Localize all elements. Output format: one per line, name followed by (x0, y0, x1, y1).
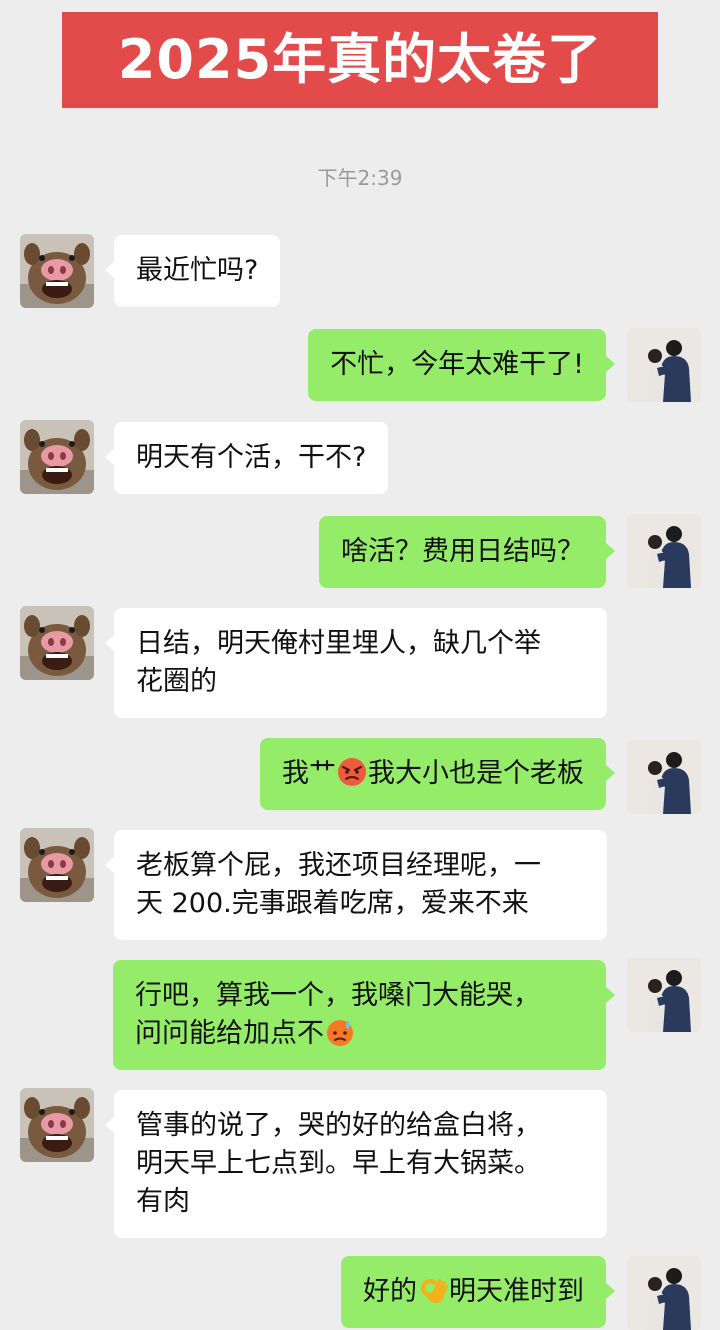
message-text: 明天有个活，干不? (136, 442, 367, 473)
message-bubble[interactable]: 行吧，算我一个，我嗓门大能哭， 问问能给加点不 (113, 960, 615, 1070)
couple-avatar-icon[interactable] (627, 740, 701, 814)
message-bubble[interactable]: 好的 明天准时到 (341, 1256, 615, 1328)
angry-face-emoji-icon (337, 757, 367, 787)
message-text-line: 问问能给加点不 (135, 1018, 324, 1049)
message-text: 啥活？费用日结吗？ (341, 536, 584, 567)
message-text: 我大小也是个老板 (368, 758, 584, 789)
couple-avatar-icon[interactable] (627, 1256, 701, 1330)
title-banner: 2025年真的太卷了 (62, 12, 658, 108)
message-text-line: 老板算个屁，我还项目经理呢，一 (136, 850, 541, 881)
message-text-line: 花圈的 (136, 666, 217, 697)
message-timestamp: 下午2:39 (317, 166, 403, 190)
couple-avatar-icon[interactable] (627, 328, 701, 402)
couple-avatar-icon[interactable] (627, 958, 701, 1032)
message-bubble[interactable]: 最近忙吗? (104, 235, 281, 307)
pig-avatar-icon[interactable] (20, 606, 94, 680)
message-bubble[interactable]: 啥活？费用日结吗？ (319, 516, 615, 588)
pig-avatar-icon[interactable] (20, 420, 94, 494)
message-bubble[interactable]: 不忙，今年太难干了! (308, 329, 615, 401)
pig-avatar-icon[interactable] (20, 1088, 94, 1162)
ok-hand-emoji-icon (421, 1279, 448, 1305)
message-text: 最近忙吗? (136, 255, 259, 286)
sweat-face-emoji-icon (326, 1019, 354, 1047)
message-text: 明天准时到 (449, 1276, 584, 1307)
message-text-line: 明天早上七点到。早上有大锅菜。 (136, 1148, 541, 1179)
message-bubble[interactable]: 明天有个活，干不? (104, 422, 389, 494)
message-bubble[interactable]: 我艹 我大小也是个老板 (260, 738, 615, 810)
message-text: 好的 (363, 1276, 417, 1307)
message-bubble[interactable]: 老板算个屁，我还项目经理呢，一 天 200.完事跟着吃席，爱来不来 (105, 830, 607, 940)
message-text-line: 日结，明天俺村里埋人，缺几个举 (136, 628, 541, 659)
message-text-line: 管事的说了，哭的好的给盒白将， (136, 1110, 541, 1141)
couple-avatar-icon[interactable] (627, 514, 701, 588)
message-bubble[interactable]: 日结，明天俺村里埋人，缺几个举 花圈的 (105, 608, 607, 718)
message-text: 我艹 (282, 758, 336, 789)
message-text-line: 天 200.完事跟着吃席，爱来不来 (136, 888, 529, 919)
message-bubble[interactable]: 管事的说了，哭的好的给盒白将， 明天早上七点到。早上有大锅菜。 有肉 (105, 1090, 607, 1238)
message-text: 不忙，今年太难干了! (330, 349, 584, 380)
message-text-line: 行吧，算我一个，我嗓门大能哭， (135, 980, 540, 1011)
message-text-line: 有肉 (136, 1186, 190, 1217)
pig-avatar-icon[interactable] (20, 828, 94, 902)
pig-avatar-icon[interactable] (20, 234, 94, 308)
